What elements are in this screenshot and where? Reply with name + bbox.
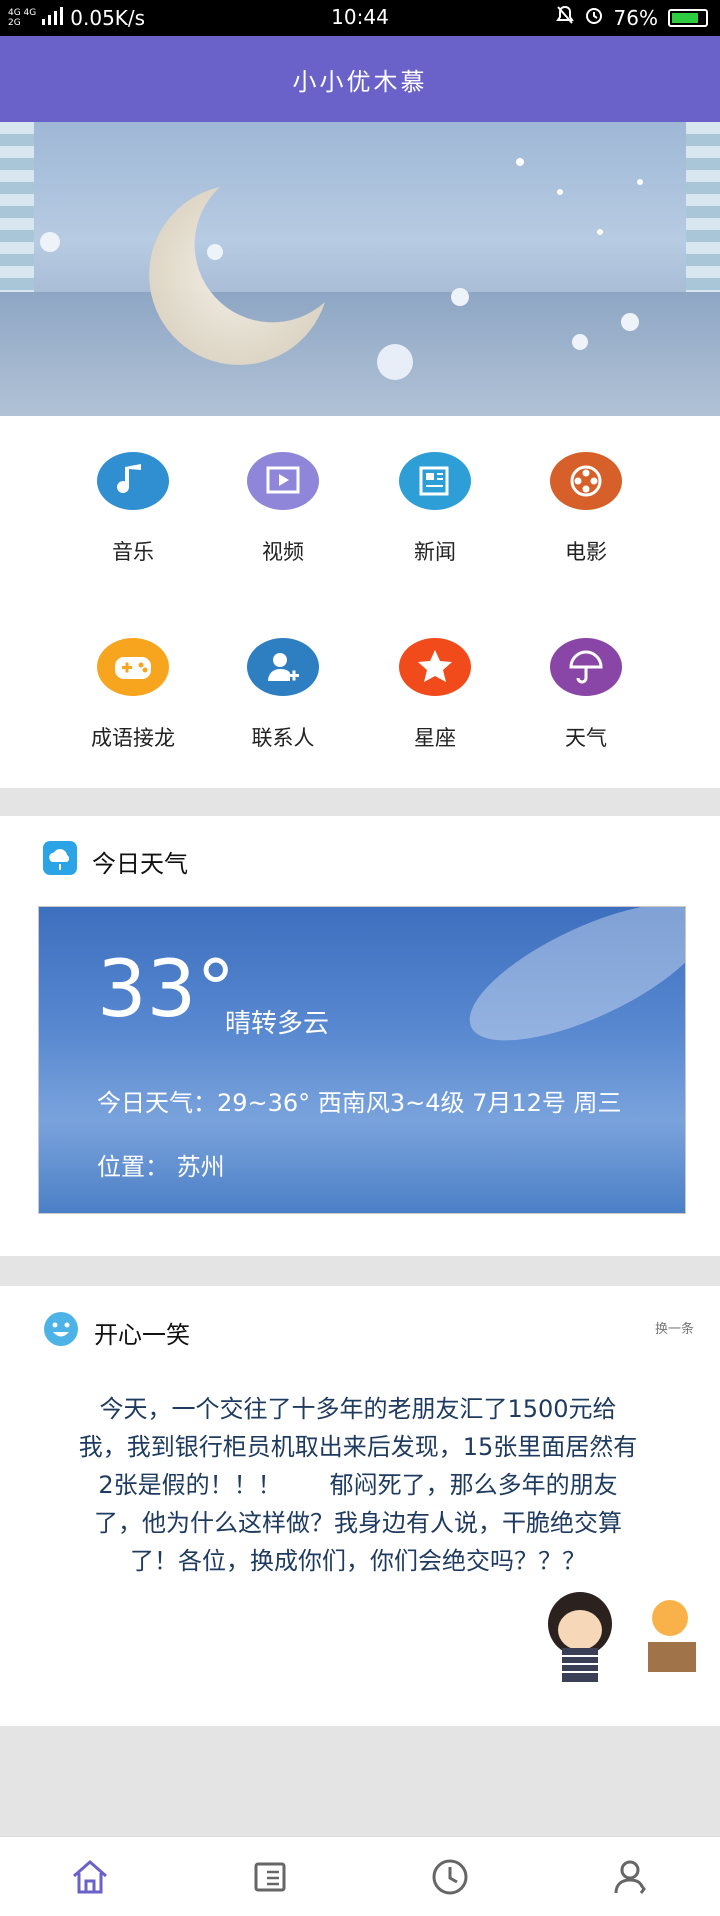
feature-idiom-game[interactable]: 成语接龙: [58, 602, 208, 752]
list-icon: [254, 1862, 286, 1892]
add-contact-icon: [247, 638, 319, 696]
gamepad-icon: [97, 638, 169, 696]
feature-video[interactable]: 视频: [208, 416, 358, 566]
app-bar: 小小优木慕: [0, 36, 720, 122]
joke-card-title: 开心一笑: [94, 1320, 190, 1349]
bottom-nav: [0, 1836, 720, 1916]
feature-horoscope[interactable]: 星座: [360, 602, 510, 752]
refresh-joke-link[interactable]: 换一条: [655, 1318, 694, 1337]
feature-label: 联系人: [251, 726, 315, 750]
status-bar: 4G 4G 2G 0.05K/s 10:44 76%: [0, 0, 720, 36]
home-icon: [73, 1860, 107, 1894]
nav-history[interactable]: [428, 1855, 472, 1899]
joke-card-header: 开心一笑: [42, 1310, 190, 1354]
temperature: 33°: [97, 945, 236, 1035]
star-icon: [399, 638, 471, 696]
banner-image[interactable]: [0, 122, 720, 416]
feature-label: 新闻: [414, 540, 456, 564]
umbrella-icon: [550, 638, 622, 696]
video-play-icon: [247, 452, 319, 510]
status-right: 76%: [555, 5, 708, 30]
feature-label: 音乐: [112, 540, 154, 564]
joke-text: 今天，一个交往了十多年的老朋友汇了1500元给我，我到银行柜员机取出来后发现，1…: [78, 1395, 638, 1575]
battery-icon: [668, 8, 708, 27]
battery-percent: 76%: [613, 5, 658, 30]
feature-grid: 音乐 视频 新闻 电影 成语接龙 联系人 星座 天气: [0, 416, 720, 788]
film-reel-icon: [550, 452, 622, 510]
sky-cloud: [452, 907, 685, 1068]
feature-label: 天气: [565, 726, 607, 750]
nav-list[interactable]: [248, 1855, 292, 1899]
feature-movie[interactable]: 电影: [511, 416, 661, 566]
app-title: 小小优木慕: [292, 67, 428, 96]
weather-panel[interactable]: 33° 晴转多云 今日天气：29~36° 西南风3~4级 7月12号 周三 位置…: [38, 906, 686, 1214]
nav-home[interactable]: [68, 1855, 112, 1899]
feature-label: 成语接龙: [91, 726, 175, 750]
music-note-icon: [97, 452, 169, 510]
sparkle-stars: [40, 158, 643, 380]
feature-news[interactable]: 新闻: [360, 416, 510, 566]
weather-location: 位置： 苏州: [97, 1153, 225, 1181]
user-icon: [614, 1860, 646, 1894]
feature-label: 星座: [414, 726, 456, 750]
smiley-icon: [42, 1310, 80, 1354]
cartoon-girl-illustration: [548, 1592, 696, 1682]
weather-condition: 晴转多云: [225, 1009, 330, 1039]
bell-muted-icon: [555, 5, 574, 30]
feature-label: 视频: [262, 540, 304, 564]
cloud-weather-icon: [42, 840, 78, 882]
feature-label: 电影: [565, 540, 607, 564]
clock-icon: [432, 1859, 468, 1895]
nav-profile[interactable]: [608, 1855, 652, 1899]
weather-card-header: 今日天气: [42, 840, 188, 882]
weather-detail: 今日天气：29~36° 西南风3~4级 7月12号 周三: [97, 1089, 622, 1117]
weather-card-title: 今日天气: [92, 849, 188, 878]
feature-weather[interactable]: 天气: [511, 602, 661, 752]
newspaper-icon: [399, 452, 471, 510]
feature-contacts[interactable]: 联系人: [208, 602, 358, 752]
alarm-icon: [584, 5, 604, 30]
feature-music[interactable]: 音乐: [58, 416, 208, 566]
